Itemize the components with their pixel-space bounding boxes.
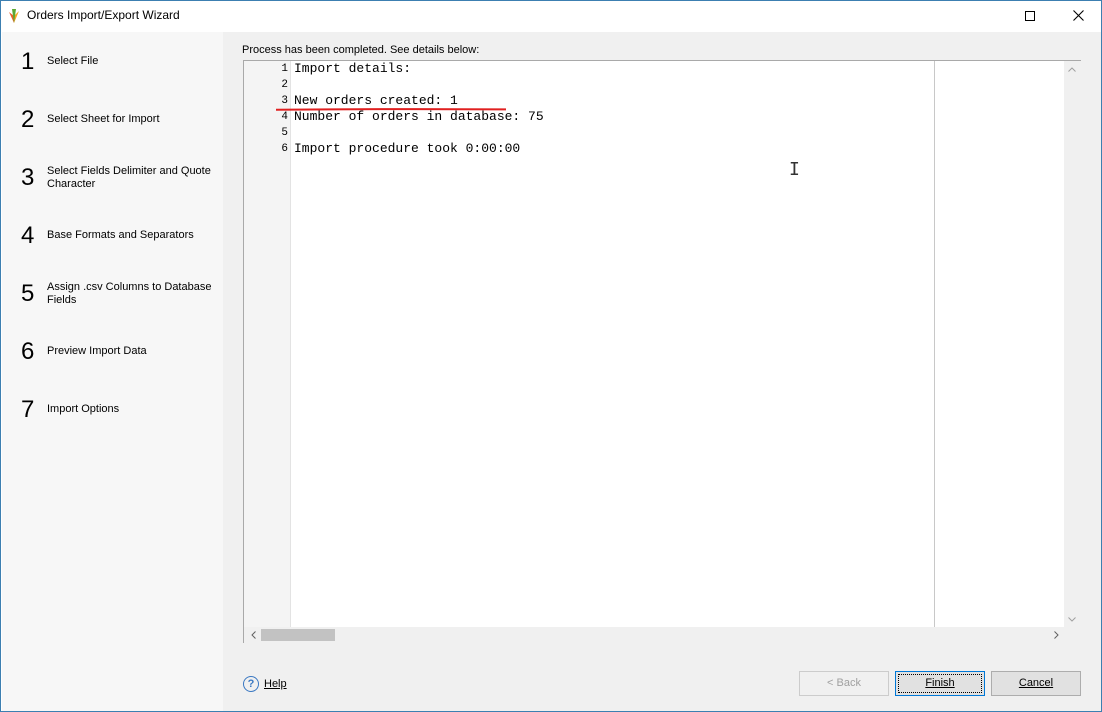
scroll-down-icon[interactable] — [1064, 611, 1080, 627]
step-select-file[interactable]: 1 Select File — [2, 48, 223, 88]
step-number: 4 — [21, 222, 35, 249]
step-number: 7 — [21, 396, 35, 423]
log-line: Number of orders in database: 75 — [294, 109, 544, 124]
log-line: Import procedure took 0:00:00 — [294, 141, 521, 156]
log-line: Import details: — [294, 61, 412, 76]
app-logo-icon — [6, 8, 22, 24]
step-number: 5 — [21, 280, 35, 307]
step-label: Select Sheet for Import — [47, 113, 160, 125]
step-label: Select File — [47, 55, 99, 67]
finish-button[interactable]: Finish — [895, 671, 985, 696]
step-number: 6 — [21, 338, 35, 365]
line-number: 3 — [281, 95, 288, 107]
scroll-left-icon[interactable] — [245, 627, 261, 643]
step-label: Preview Import Data — [47, 345, 147, 357]
horizontal-scrollbar[interactable] — [244, 627, 1081, 643]
cancel-button[interactable]: Cancel — [991, 671, 1081, 696]
highlight-underline — [276, 108, 506, 111]
scroll-up-icon[interactable] — [1064, 61, 1080, 77]
help-icon: ? — [243, 676, 259, 692]
import-log-editor[interactable]: 1 2 3 4 5 6 Import details: New orders c… — [243, 60, 1081, 643]
back-button[interactable]: < Back — [799, 671, 889, 696]
maximize-icon — [1025, 10, 1035, 24]
line-number: 6 — [281, 143, 288, 155]
status-message: Process has been completed. See details … — [242, 44, 480, 56]
step-label: Select Fields Delimiter and Quote Charac… — [47, 165, 211, 190]
maximize-button[interactable] — [1007, 1, 1053, 32]
step-number: 1 — [21, 48, 35, 75]
step-label: Base Formats and Separators — [47, 229, 194, 241]
step-preview[interactable]: 6 Preview Import Data — [2, 338, 223, 378]
line-number: 1 — [281, 63, 288, 75]
right-margin-line — [934, 61, 935, 627]
help-link[interactable]: ? Help — [243, 675, 287, 693]
step-label: Assign .csv Columns to Database Fields — [47, 281, 212, 306]
step-base-formats[interactable]: 4 Base Formats and Separators — [2, 222, 223, 262]
step-assign-columns[interactable]: 5 Assign .csv Columns to Database Fields — [2, 280, 223, 320]
step-number: 2 — [21, 106, 35, 133]
line-number: 5 — [281, 127, 288, 139]
help-label: Help — [264, 678, 287, 690]
close-button[interactable] — [1055, 1, 1101, 32]
line-number: 4 — [281, 111, 288, 123]
wizard-steps-sidebar: 1 Select File 2 Select Sheet for Import … — [2, 32, 223, 711]
step-delimiter[interactable]: 3 Select Fields Delimiter and Quote Char… — [2, 164, 223, 204]
vertical-scrollbar[interactable] — [1064, 61, 1081, 627]
window-title: Orders Import/Export Wizard — [27, 8, 180, 22]
finish-label: Finish — [925, 677, 955, 689]
close-icon — [1072, 9, 1084, 24]
step-number: 3 — [21, 164, 35, 191]
title-bar: Orders Import/Export Wizard — [1, 1, 1101, 32]
main-panel: Process has been completed. See details … — [223, 32, 1101, 711]
text-cursor-icon: I — [789, 159, 800, 180]
cancel-label: Cancel — [1018, 677, 1054, 689]
log-line: New orders created: 1 — [294, 93, 458, 108]
step-import-options[interactable]: 7 Import Options — [2, 396, 223, 436]
line-number: 2 — [281, 79, 288, 91]
step-select-sheet[interactable]: 2 Select Sheet for Import — [2, 106, 223, 146]
horizontal-scroll-thumb[interactable] — [261, 629, 335, 641]
wizard-window: Orders Import/Export Wizard 1 Select Fil… — [0, 0, 1102, 712]
step-label: Import Options — [47, 403, 120, 415]
scroll-right-icon[interactable] — [1048, 627, 1064, 643]
line-number-gutter: 1 2 3 4 5 6 — [244, 61, 291, 627]
